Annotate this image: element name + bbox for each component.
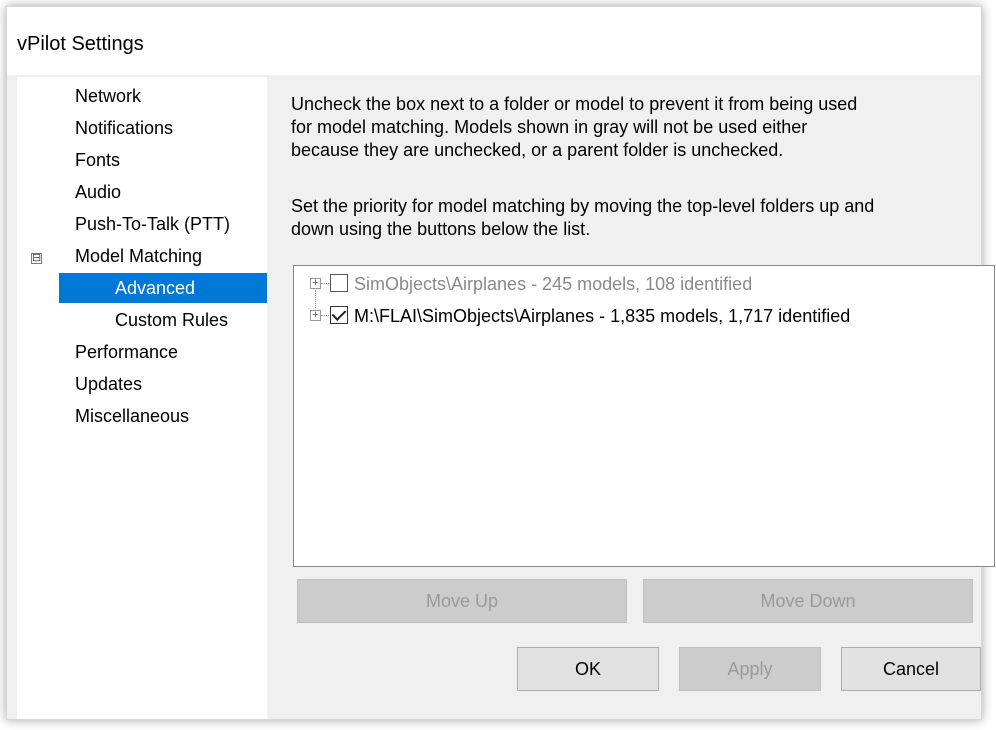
nav-item-advanced[interactable]: Advanced <box>59 273 267 303</box>
description-line: because they are unchecked, or a parent … <box>291 140 784 160</box>
ok-button[interactable]: OK <box>517 647 659 691</box>
nav-item-push-to-talk[interactable]: Push-To-Talk (PTT) <box>75 209 230 239</box>
description-line: Uncheck the box next to a folder or mode… <box>291 94 858 114</box>
priority-line: Set the priority for model matching by m… <box>291 196 875 216</box>
model-folder-list[interactable]: + SimObjects\Airplanes - 245 models, 108… <box>293 265 995 567</box>
priority-text: Set the priority for model matching by m… <box>291 195 874 241</box>
expand-icon[interactable]: + <box>310 310 321 321</box>
nav-item-network[interactable]: Network <box>75 81 141 111</box>
title-bar[interactable]: vPilot Settings <box>7 7 981 75</box>
nav-item-updates[interactable]: Updates <box>75 369 142 399</box>
window-title: vPilot Settings <box>17 33 144 55</box>
nav-item-miscellaneous[interactable]: Miscellaneous <box>75 401 189 431</box>
folder-label: M:\FLAI\SimObjects\Airplanes - 1,835 mod… <box>354 306 851 326</box>
folder-checkbox[interactable] <box>330 274 348 292</box>
description-line: for model matching. Models shown in gray… <box>291 117 808 137</box>
move-up-button[interactable]: Move Up <box>297 579 627 623</box>
priority-line: down using the buttons below the list. <box>291 219 591 239</box>
nav-item-performance[interactable]: Performance <box>75 337 178 367</box>
move-down-button[interactable]: Move Down <box>643 579 973 623</box>
nav-item-model-matching[interactable]: Model Matching <box>75 241 202 271</box>
nav-item-notifications[interactable]: Notifications <box>75 113 173 143</box>
settings-window: vPilot Settings Network Notifications Fo… <box>6 6 995 720</box>
settings-nav-tree: Network Notifications Fonts Audio Push-T… <box>17 77 267 719</box>
expand-icon[interactable]: + <box>310 278 321 289</box>
nav-item-audio[interactable]: Audio <box>75 177 121 207</box>
apply-button[interactable]: Apply <box>679 647 821 691</box>
folder-node[interactable]: + M:\FLAI\SimObjects\Airplanes - 1,835 m… <box>294 302 984 330</box>
nav-item-custom-rules[interactable]: Custom Rules <box>115 305 228 335</box>
nav-item-fonts[interactable]: Fonts <box>75 145 120 175</box>
cancel-button[interactable]: Cancel <box>841 647 981 691</box>
collapse-icon[interactable]: ⊟ <box>31 253 42 264</box>
folder-checkbox[interactable] <box>330 306 348 324</box>
folder-label: SimObjects\Airplanes - 245 models, 108 i… <box>354 274 753 294</box>
checkmark-icon <box>331 306 347 321</box>
description-text: Uncheck the box next to a folder or mode… <box>291 93 857 162</box>
folder-node[interactable]: + SimObjects\Airplanes - 245 models, 108… <box>294 270 984 298</box>
